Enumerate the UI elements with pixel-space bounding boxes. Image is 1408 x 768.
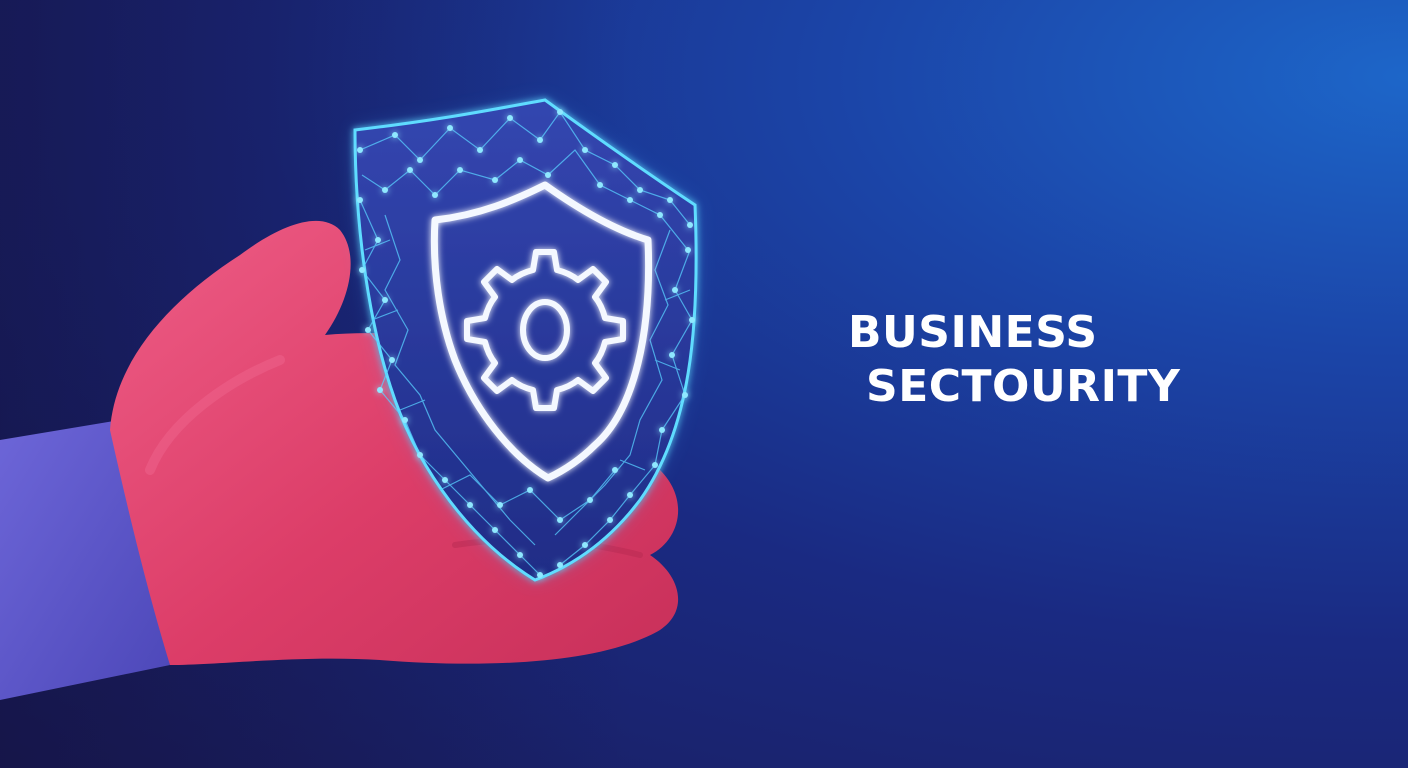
headline-line-2: SECTOURITY bbox=[866, 361, 1181, 412]
headline-line-1: BUSINESS bbox=[848, 307, 1098, 358]
hero-banner: BUSINESS SECTOURITY bbox=[0, 0, 1408, 768]
headline: BUSINESS SECTOURITY bbox=[848, 306, 1180, 414]
illustration bbox=[0, 98, 698, 700]
